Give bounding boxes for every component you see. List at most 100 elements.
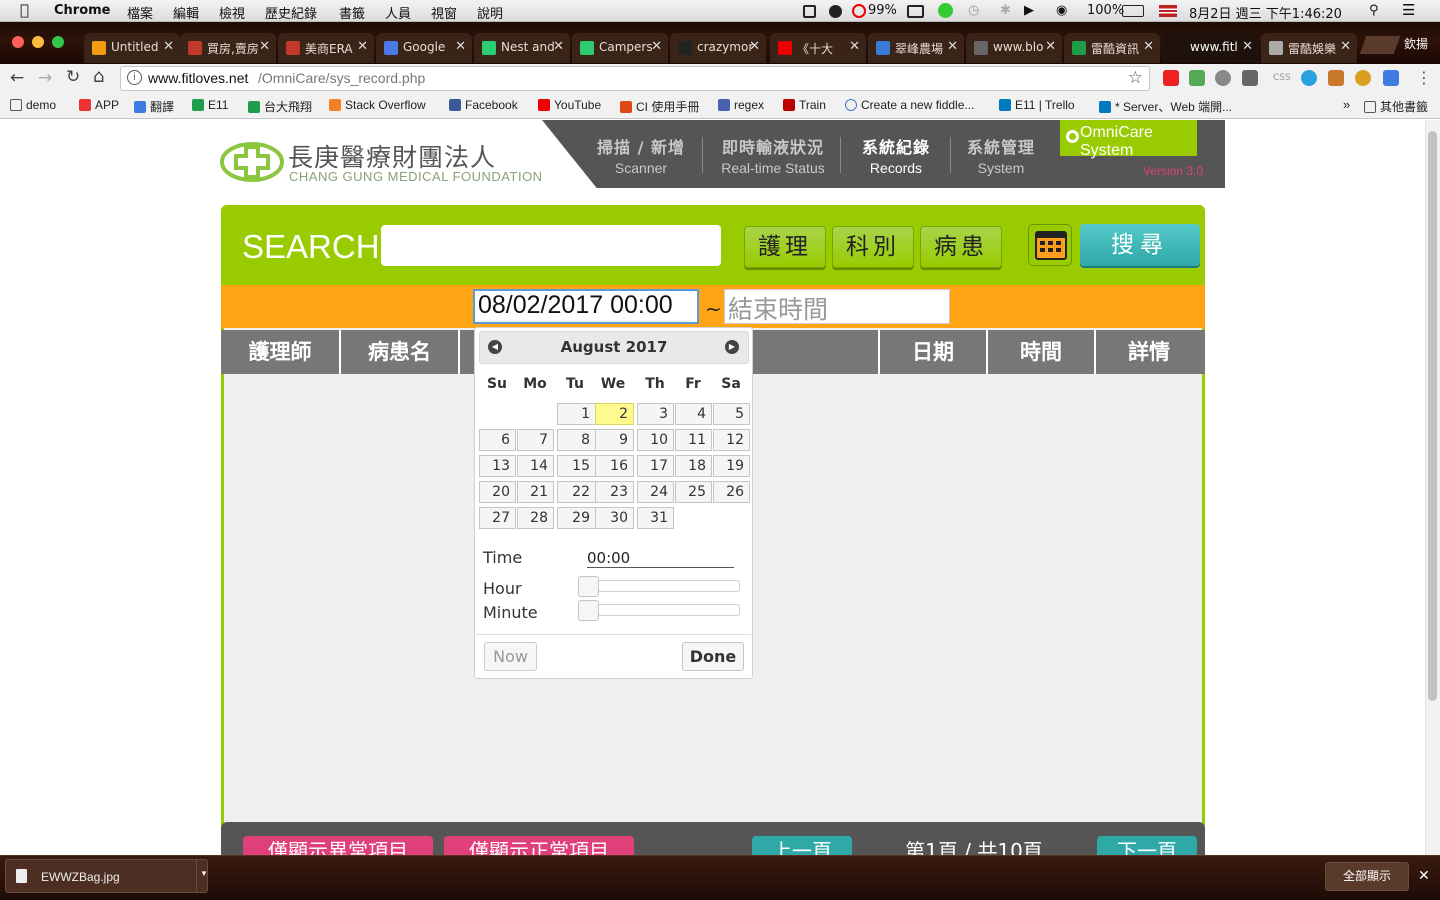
close-window-button[interactable]	[12, 36, 24, 48]
close-tab-icon[interactable]: ✕	[1143, 39, 1154, 54]
calendar-day[interactable]: 22	[557, 481, 596, 503]
close-tab-icon[interactable]: ✕	[1340, 39, 1351, 54]
calendar-day[interactable]: 4	[675, 403, 712, 425]
browser-tab[interactable]: Nest and ✕	[474, 33, 570, 63]
col-nurse[interactable]: 護理師	[221, 330, 341, 374]
extension-mail-icon[interactable]	[1242, 70, 1258, 86]
menu-help[interactable]: 說明	[477, 3, 503, 21]
calendar-day[interactable]: 20	[479, 481, 516, 503]
close-tab-icon[interactable]: ✕	[849, 39, 860, 54]
bookmark-regex[interactable]: regex	[718, 98, 764, 112]
browser-tab[interactable]: 《十大 ✕	[770, 33, 866, 63]
calendar-day[interactable]: 5	[713, 403, 750, 425]
bookmark-app[interactable]: APP	[79, 98, 119, 112]
home-icon[interactable]: ⌂	[93, 66, 104, 87]
search-submit-button[interactable]: 搜尋	[1080, 224, 1200, 266]
bookmark-facebook[interactable]: Facebook	[449, 98, 518, 112]
nav-realtime-status[interactable]: 即時輸液狀況 Real-time Status	[712, 134, 834, 176]
bookmark-demo[interactable]: demo	[10, 98, 56, 112]
bookmark-e11[interactable]: E11	[192, 98, 228, 112]
calendar-day[interactable]: 13	[479, 455, 516, 477]
extension-bulb-icon[interactable]	[1355, 70, 1371, 86]
browser-tab[interactable]: crazymor ✕	[670, 33, 766, 63]
calendar-day[interactable]: 2	[595, 403, 634, 425]
browser-tab[interactable]: Untitled ✕	[84, 33, 180, 63]
line-icon[interactable]	[938, 3, 953, 18]
close-tab-icon[interactable]: ✕	[455, 39, 466, 54]
menu-edit[interactable]: 編輯	[173, 3, 199, 21]
bookmark-server-web[interactable]: * Server、Web 端開...	[1099, 98, 1232, 115]
extension-t-icon[interactable]	[1328, 70, 1344, 86]
calendar-day[interactable]: 19	[713, 455, 750, 477]
calendar-button[interactable]	[1028, 224, 1072, 266]
record-icon[interactable]	[829, 5, 842, 18]
bookmark-trello[interactable]: E11 | Trello	[999, 98, 1075, 112]
browser-tab[interactable]: 買房,賣房 ✕	[180, 33, 276, 63]
browser-tab[interactable]: www.fitl ✕	[1163, 33, 1259, 63]
close-tab-icon[interactable]: ✕	[1242, 39, 1253, 54]
bookmark-train[interactable]: Train	[783, 98, 826, 112]
close-tab-icon[interactable]: ✕	[651, 39, 662, 54]
reload-icon[interactable]: ↻	[66, 67, 80, 87]
calendar-day[interactable]: 23	[595, 481, 634, 503]
minute-slider-handle[interactable]	[578, 600, 599, 621]
time-machine-icon[interactable]: ◷	[968, 3, 979, 18]
filter-department-button[interactable]: 科別	[832, 226, 914, 268]
browser-tab[interactable]: 美商ERA ✕	[278, 33, 374, 63]
browser-tab[interactable]: www.blo ✕	[966, 33, 1062, 63]
extension-flash-icon[interactable]	[1163, 70, 1179, 86]
calendar-day[interactable]: 10	[637, 429, 674, 451]
calendar-day[interactable]: 30	[595, 507, 634, 529]
filter-patient-button[interactable]: 病患	[920, 226, 1002, 268]
bookmark-jsfiddle[interactable]: Create a new fiddle...	[845, 98, 974, 112]
input-source-flag-icon[interactable]	[1159, 5, 1177, 17]
close-shelf-icon[interactable]: ✕	[1418, 868, 1430, 884]
nav-system[interactable]: 系統管理 System	[954, 134, 1048, 176]
col-time[interactable]: 時間	[988, 330, 1096, 374]
calendar-day[interactable]: 21	[517, 481, 554, 503]
calendar-day[interactable]: 11	[675, 429, 712, 451]
col-date[interactable]: 日期	[880, 330, 988, 374]
calendar-day[interactable]: 16	[595, 455, 634, 477]
close-tab-icon[interactable]: ✕	[1045, 39, 1056, 54]
back-icon[interactable]: ←	[10, 68, 24, 88]
hour-slider-handle[interactable]	[578, 576, 599, 597]
calendar-day[interactable]: 8	[557, 429, 596, 451]
calendar-day[interactable]: 14	[517, 455, 554, 477]
calendar-day[interactable]: 29	[557, 507, 596, 529]
bookmark-ntu[interactable]: 台大飛翔	[248, 98, 312, 115]
bookmark-ci-manual[interactable]: CI 使用手冊	[620, 98, 699, 115]
extension-pocket-icon[interactable]	[1215, 70, 1231, 86]
calendar-day[interactable]: 9	[595, 429, 634, 451]
wifi-icon[interactable]: ◉	[1056, 3, 1067, 18]
calendar-day[interactable]: 3	[637, 403, 674, 425]
zoom-window-button[interactable]	[52, 36, 64, 48]
bookmark-stackoverflow[interactable]: Stack Overflow	[329, 98, 426, 112]
calendar-day[interactable]: 25	[675, 481, 712, 503]
done-button[interactable]: Done	[682, 642, 744, 671]
nav-records[interactable]: 系統紀錄 Records	[848, 134, 944, 176]
airplay-icon[interactable]	[907, 5, 924, 18]
close-tab-icon[interactable]: ✕	[259, 39, 270, 54]
calendar-day[interactable]: 27	[479, 507, 516, 529]
calendar-day[interactable]: 17	[637, 455, 674, 477]
close-tab-icon[interactable]: ✕	[947, 39, 958, 54]
forward-icon[interactable]: →	[38, 68, 52, 88]
end-datetime-input[interactable]: 結束時間	[724, 289, 950, 324]
info-icon[interactable]: i	[127, 70, 142, 85]
minute-slider[interactable]	[578, 604, 740, 616]
address-bar[interactable]: i www.fitloves.net /OmniCare/sys_record.…	[120, 66, 1150, 91]
page-scrollbar-thumb[interactable]	[1428, 131, 1437, 701]
menu-bookmarks[interactable]: 書籤	[339, 3, 365, 21]
calendar-day[interactable]: 18	[675, 455, 712, 477]
extension-css-icon[interactable]: CSS	[1273, 73, 1291, 83]
bookmarks-overflow-chevron-icon[interactable]: »	[1343, 97, 1350, 112]
bookmark-youtube[interactable]: YouTube	[538, 98, 601, 112]
extension-v-icon[interactable]	[1301, 70, 1317, 86]
browser-tab[interactable]: 翠峰農場 ✕	[868, 33, 964, 63]
browser-tab[interactable]: Campers ✕	[572, 33, 668, 63]
spotlight-icon[interactable]: ⚲	[1369, 3, 1379, 18]
next-month-icon[interactable]: ▶	[725, 340, 739, 354]
apple-icon[interactable]: 	[20, 1, 29, 19]
close-tab-icon[interactable]: ✕	[749, 39, 760, 54]
